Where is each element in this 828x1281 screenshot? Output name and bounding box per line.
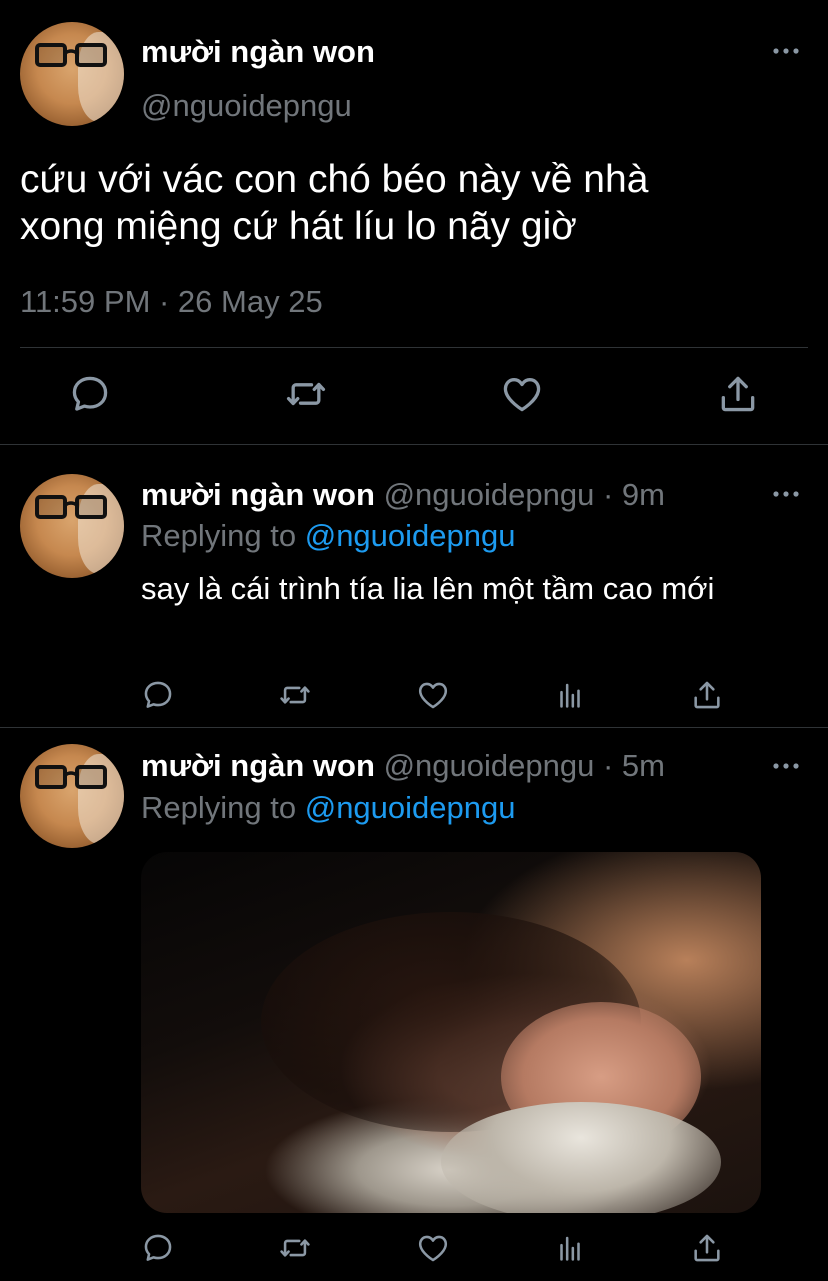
like-icon[interactable]	[416, 678, 450, 712]
retweet-icon[interactable]	[278, 678, 312, 712]
divider	[0, 444, 828, 445]
reply-icon[interactable]	[68, 372, 112, 416]
reply-time: · 5m	[602, 748, 665, 783]
user-handle[interactable]: @nguoidepngu	[141, 88, 352, 124]
replying-to-handle[interactable]: @nguoidepngu	[305, 790, 516, 825]
display-name[interactable]: mười ngàn won	[141, 477, 375, 512]
glasses-icon	[34, 764, 110, 790]
retweet-icon[interactable]	[278, 1231, 312, 1265]
avatar[interactable]	[20, 744, 124, 848]
replying-to-label: Replying to	[141, 518, 297, 553]
glasses-icon	[34, 494, 110, 520]
replying-to-handle[interactable]: @nguoidepngu	[305, 518, 516, 553]
reply-header: mười ngàn won @nguoidepngu · 9m	[141, 477, 665, 513]
divider	[20, 347, 808, 348]
tweet-text: cứu với vác con chó béo này về nhà xong …	[20, 156, 810, 250]
display-name[interactable]: mười ngàn won	[141, 748, 375, 783]
tweet-actions	[0, 678, 828, 718]
share-icon[interactable]	[716, 372, 760, 416]
tweet-text-line: cứu với vác con chó béo này về nhà	[20, 158, 649, 201]
retweet-icon[interactable]	[284, 372, 328, 416]
reply-time: · 9m	[602, 477, 665, 512]
display-name[interactable]: mười ngàn won	[141, 34, 375, 70]
avatar[interactable]	[20, 474, 124, 578]
like-icon[interactable]	[416, 1231, 450, 1265]
tweet-timestamp[interactable]: 11:59 PM · 26 May 25	[20, 284, 323, 320]
divider	[0, 727, 828, 728]
user-handle[interactable]: @nguoidepngu	[384, 477, 595, 512]
replying-to-label: Replying to	[141, 790, 297, 825]
share-icon[interactable]	[690, 1231, 724, 1265]
user-handle[interactable]: @nguoidepngu	[384, 748, 595, 783]
more-options-icon[interactable]	[771, 759, 801, 773]
replying-to: Replying to @nguoidepngu	[141, 518, 515, 554]
like-icon[interactable]	[500, 372, 544, 416]
more-options-icon[interactable]	[771, 487, 801, 501]
tweet-actions	[0, 372, 828, 422]
reply-icon[interactable]	[141, 1231, 175, 1265]
share-icon[interactable]	[690, 678, 724, 712]
reply-header: mười ngàn won @nguoidepngu · 5m	[141, 748, 665, 784]
tweet-photo[interactable]	[141, 852, 761, 1213]
tweet-text-line: xong miệng cứ hát líu lo nãy giờ	[20, 205, 577, 248]
tweet-actions	[0, 1231, 828, 1271]
reply-icon[interactable]	[141, 678, 175, 712]
glasses-icon	[34, 42, 110, 68]
tweet-text: say là cái trình tía lia lên một tầm cao…	[141, 571, 715, 606]
avatar[interactable]	[20, 22, 124, 126]
more-options-icon[interactable]	[771, 44, 801, 58]
replying-to: Replying to @nguoidepngu	[141, 790, 515, 826]
analytics-icon[interactable]	[553, 1231, 587, 1265]
analytics-icon[interactable]	[553, 678, 587, 712]
